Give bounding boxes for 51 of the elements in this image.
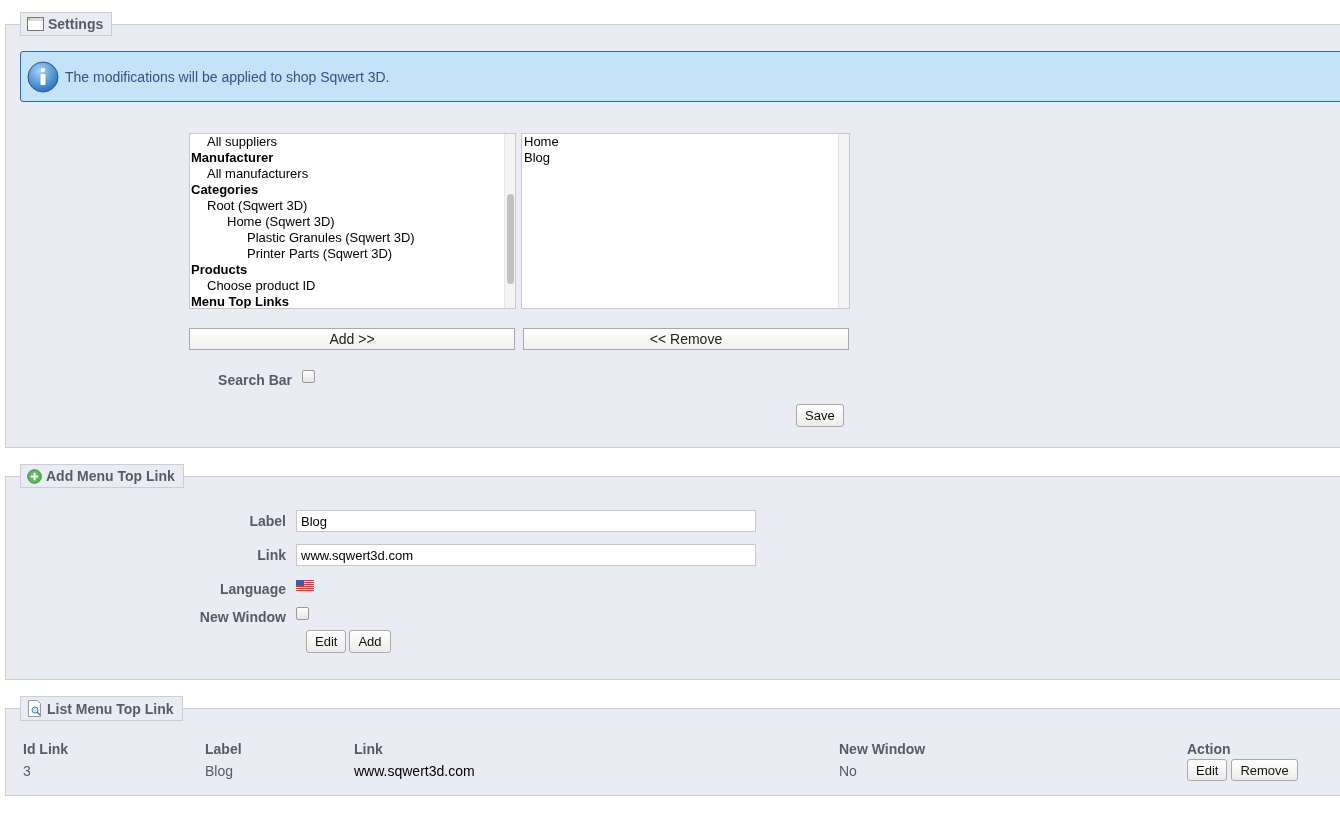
list-option[interactable]: Printer Parts (Sqwert 3D) — [190, 246, 504, 262]
table-cell-text: 3 — [23, 763, 32, 781]
available-items-listbox[interactable]: All suppliers Manufacturer All manufacturers Categories Root (Sqwert 3D) Home (Sqwert 3D) Plastic Granules (Sqwert 3D) Printer Parts (Sqwert 3D) Products Choose product ID Menu Top Links — [189, 133, 516, 309]
flag-icon[interactable] — [296, 580, 314, 592]
list-group-label: Menu Top Links — [190, 294, 290, 308]
legend-text: Settings — [48, 16, 104, 32]
selected-items-listbox[interactable]: Home Blog — [521, 133, 850, 309]
legend-text: Add Menu Top Link — [46, 468, 175, 484]
field-label: Search Bar — [217, 372, 293, 388]
list-option[interactable]: Plastic Granules (Sqwert 3D) — [190, 230, 504, 246]
table-cell-text: www.sqwert3d.com — [354, 763, 476, 781]
field-label: New Window — [198, 609, 287, 625]
scrollbar[interactable] — [504, 134, 515, 308]
column-header: Id Link — [23, 741, 70, 757]
add-button[interactable]: Add >> — [189, 328, 515, 350]
checkbox[interactable] — [296, 606, 309, 620]
list-option[interactable]: Home — [522, 134, 838, 150]
list-option[interactable]: Blog — [522, 150, 838, 166]
plus-icon — [27, 468, 42, 484]
form-button[interactable]: Edit — [306, 630, 347, 653]
list-option[interactable]: All manufacturers — [190, 166, 504, 182]
scrollbar[interactable] — [838, 134, 849, 308]
row-action-button[interactable]: Remove — [1231, 759, 1298, 781]
field-label: Link — [256, 547, 287, 563]
column-header: Link — [354, 741, 384, 757]
text-field[interactable]: www.sqwert3d.com — [296, 544, 756, 566]
remove-button[interactable]: << Remove — [523, 328, 849, 350]
list-group-label: Categories — [190, 182, 260, 198]
list-group-label: Products — [190, 262, 249, 278]
save-button[interactable]: Save — [796, 404, 844, 427]
text-field[interactable]: Blog — [296, 510, 756, 532]
list-group-label: Manufacturer — [190, 150, 275, 166]
legend-text: List Menu Top Link — [47, 700, 174, 717]
window-icon — [27, 17, 44, 31]
column-header: Label — [205, 741, 243, 757]
info-icon — [27, 60, 59, 93]
column-header: Action — [1187, 741, 1232, 757]
search-document-icon — [27, 700, 43, 717]
field-label: Language — [218, 581, 287, 597]
table-cell-text: Blog — [205, 763, 235, 781]
field-label: Label — [248, 513, 287, 529]
row-action-button[interactable]: Edit — [1187, 759, 1228, 781]
list-option[interactable]: Choose product ID — [190, 278, 504, 294]
checkbox[interactable] — [302, 369, 315, 383]
list-option[interactable]: All suppliers — [190, 134, 504, 150]
table-cell-text: No — [839, 763, 858, 781]
info-message: The modifications will be applied to shop Sqwert 3D. — [65, 68, 390, 85]
form-button[interactable]: Add — [349, 630, 391, 653]
list-option[interactable]: Home (Sqwert 3D) — [190, 214, 504, 230]
column-header: New Window — [839, 741, 927, 757]
list-option[interactable]: Root (Sqwert 3D) — [190, 198, 504, 214]
